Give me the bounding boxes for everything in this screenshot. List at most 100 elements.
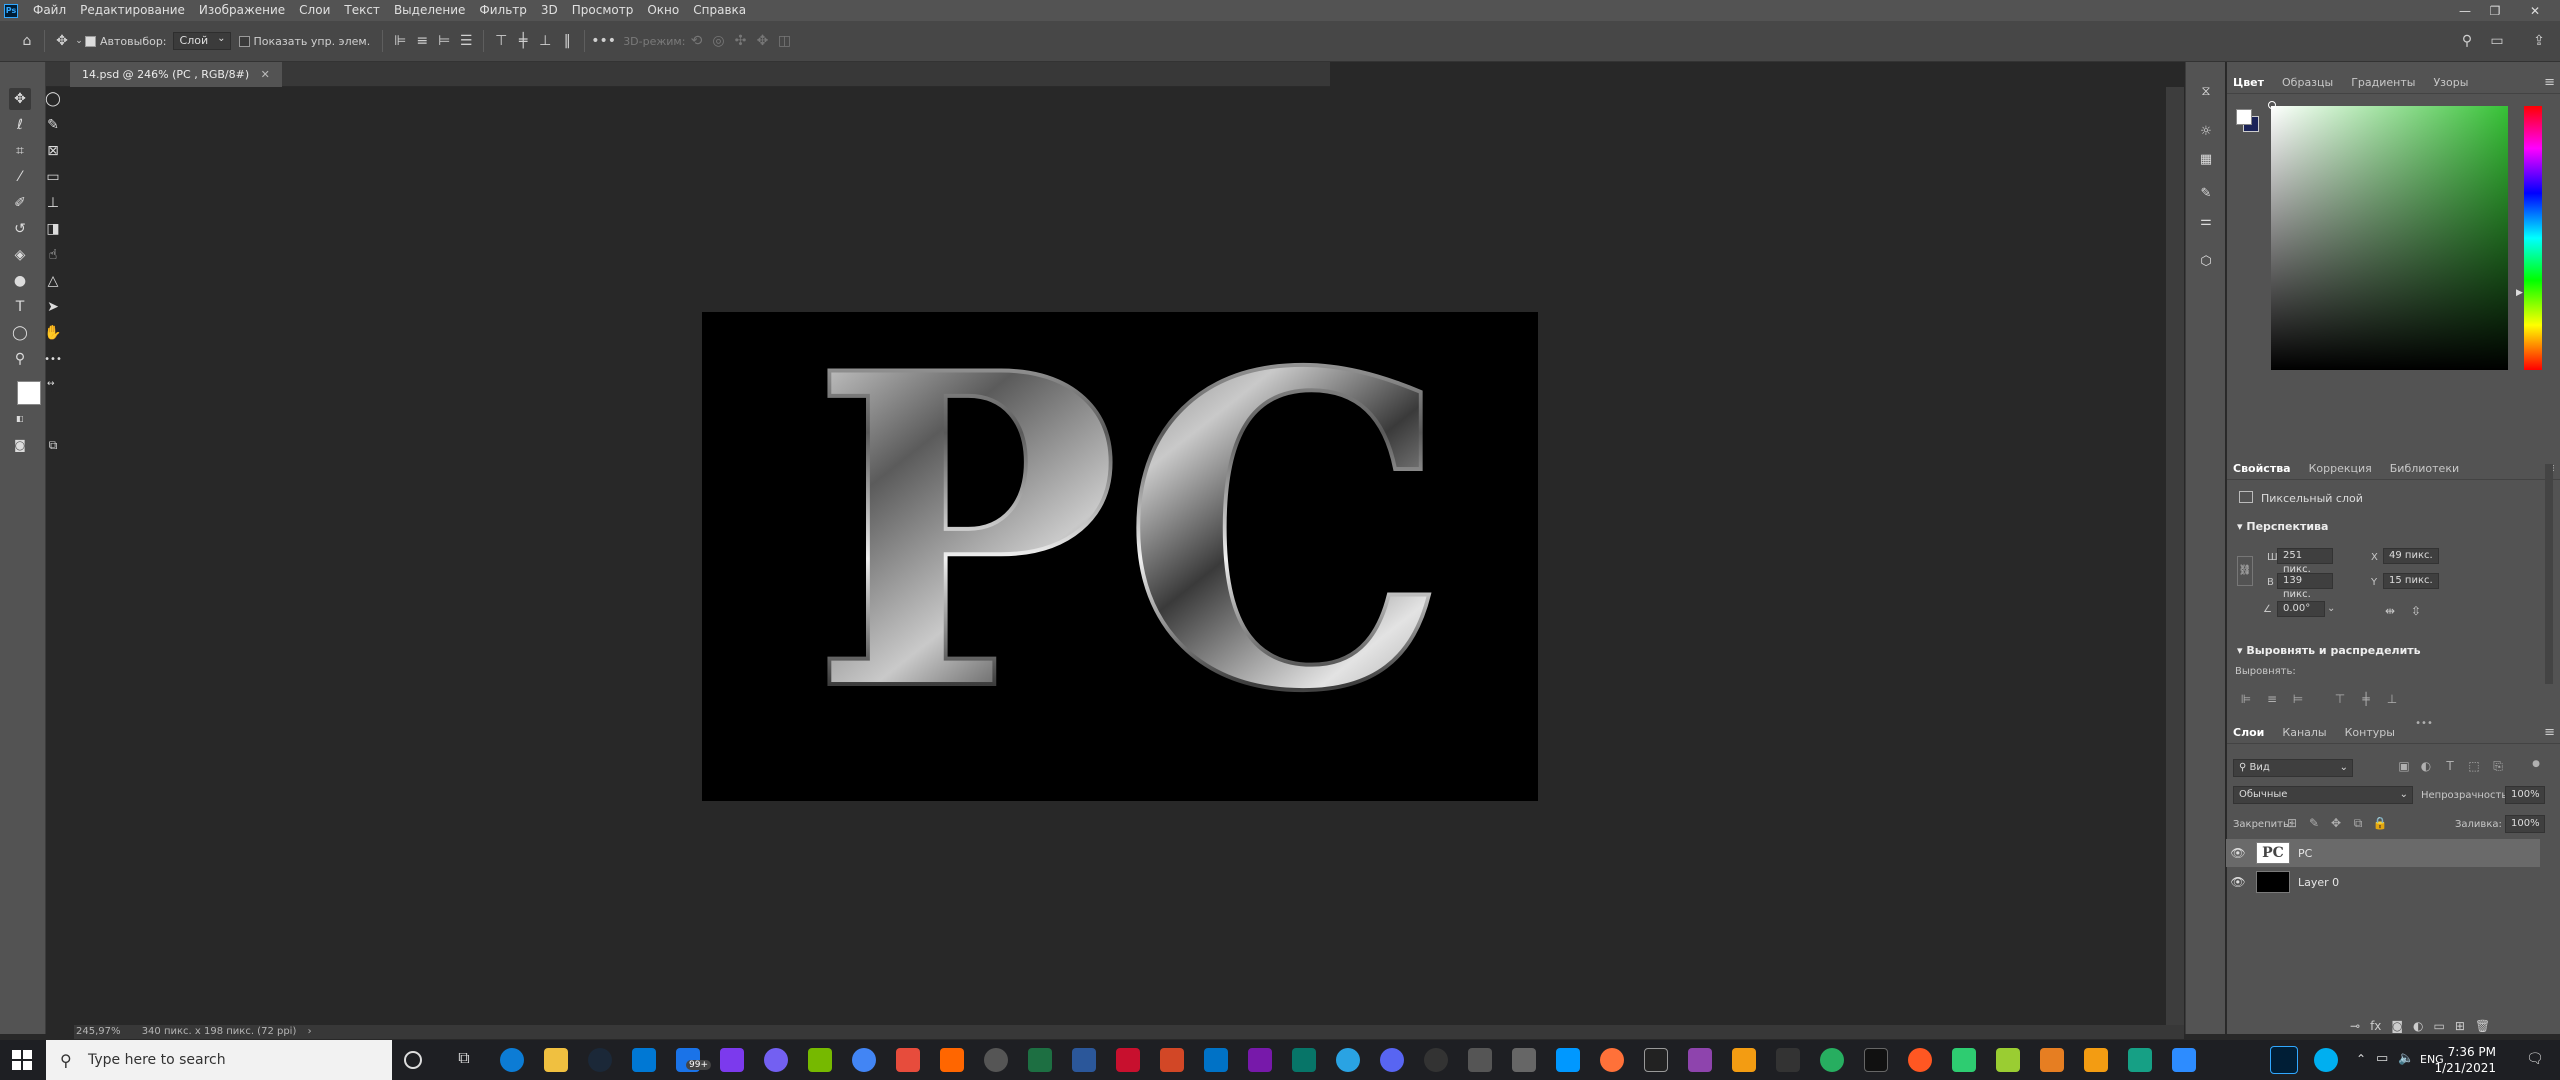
align-vcenter-icon[interactable]: ╪: [512, 33, 534, 49]
path-tool-icon[interactable]: △: [42, 270, 64, 292]
align-right-icon[interactable]: ⊨: [433, 33, 455, 49]
layer-style-icon[interactable]: fx: [2370, 1019, 2381, 1033]
postman-icon[interactable]: [1908, 1048, 1932, 1072]
more-options-icon[interactable]: •••: [591, 33, 616, 49]
phpstorm-icon[interactable]: [1688, 1048, 1712, 1072]
task-view-icon[interactable]: ⧉: [452, 1048, 476, 1072]
quick-mask-icon[interactable]: ◙: [9, 434, 31, 456]
brush-settings-icon[interactable]: ✎: [2195, 182, 2217, 204]
layer-name[interactable]: Layer 0: [2298, 876, 2339, 889]
y-field[interactable]: 15 пикс.: [2383, 573, 2439, 589]
eraser-tool-icon[interactable]: ◨: [42, 218, 64, 240]
delete-layer-icon[interactable]: 🗑: [2475, 1019, 2490, 1033]
tab-swatches[interactable]: Образцы: [2282, 76, 2333, 89]
tab-adjustments[interactable]: Коррекция: [2309, 462, 2372, 475]
flip-horizontal-icon[interactable]: ⇹: [2385, 604, 2395, 618]
canvas-scrollbar[interactable]: [2166, 87, 2184, 1025]
flip-vertical-icon[interactable]: ⇳: [2411, 604, 2421, 618]
adjustments-icon[interactable]: ⚌: [2195, 210, 2217, 232]
zoom-level[interactable]: 245,97%: [76, 1026, 121, 1037]
shape-tool-icon[interactable]: ◯: [9, 322, 31, 344]
lock-transparent-icon[interactable]: ⊞: [2283, 816, 2301, 830]
nvidia-icon[interactable]: [808, 1048, 832, 1072]
epic-games-icon[interactable]: [1776, 1048, 1800, 1072]
link-dimensions-icon[interactable]: ⛓: [2237, 556, 2253, 586]
align-left-icon[interactable]: ⊫: [389, 33, 411, 49]
move-tool-preset-icon[interactable]: ✥: [51, 33, 73, 49]
filter-adjustment-icon[interactable]: ◐: [2417, 759, 2435, 773]
history-icon[interactable]: ⧖: [2195, 80, 2217, 102]
app-orange-icon[interactable]: [1732, 1048, 1756, 1072]
tab-gradients[interactable]: Градиенты: [2351, 76, 2415, 89]
app-ps-green-icon[interactable]: [1996, 1048, 2020, 1072]
zoom-tool-icon[interactable]: ⚲: [9, 348, 31, 370]
acrobat-icon[interactable]: [1116, 1048, 1140, 1072]
cortana-icon[interactable]: [404, 1051, 422, 1069]
document-tab[interactable]: 14.psd @ 246% (PC , RGB/8#) ✕: [70, 62, 282, 87]
lock-all-icon[interactable]: 🔒: [2371, 816, 2389, 830]
tab-properties[interactable]: Свойства: [2233, 462, 2291, 475]
add-mask-icon[interactable]: ◙: [2391, 1019, 2403, 1033]
layer-row-pc[interactable]: 👁 PC PC: [2226, 839, 2540, 867]
close-tab-icon[interactable]: ✕: [261, 68, 270, 81]
zoom-app-icon[interactable]: [2172, 1048, 2196, 1072]
media-player-icon[interactable]: [984, 1048, 1008, 1072]
menu-3d[interactable]: 3D: [534, 0, 565, 21]
onenote-icon[interactable]: [1248, 1048, 1272, 1072]
document-canvas[interactable]: PC: [702, 312, 1538, 801]
autoselect-dropdown[interactable]: Слой: [172, 31, 231, 50]
more-tools-icon[interactable]: •••: [42, 348, 64, 370]
terminal-icon[interactable]: [1644, 1048, 1668, 1072]
app-settings-icon[interactable]: [1512, 1048, 1536, 1072]
taskbar-search[interactable]: ⚲ Type here to search: [46, 1040, 392, 1080]
align-bottom-edges-icon[interactable]: ⊥: [2383, 692, 2401, 706]
app-blender-icon[interactable]: [2040, 1048, 2064, 1072]
chrome-icon[interactable]: [852, 1048, 876, 1072]
lock-position-icon[interactable]: ✥: [2327, 816, 2345, 830]
monitor-icon[interactable]: ▭: [2376, 1051, 2388, 1066]
search-icon[interactable]: ⚲: [2456, 33, 2478, 49]
filter-smart-icon[interactable]: ⎘: [2489, 759, 2507, 774]
show-transform-checkbox[interactable]: [238, 35, 250, 47]
menu-view[interactable]: Просмотр: [565, 0, 641, 21]
align-right-edges-icon[interactable]: ⊨: [2289, 692, 2307, 706]
x-field[interactable]: 49 пикс.: [2383, 548, 2439, 564]
volume-icon[interactable]: 🔈: [2398, 1051, 2414, 1066]
tab-paths[interactable]: Контуры: [2345, 726, 2395, 739]
powerpoint-icon[interactable]: [1160, 1048, 1184, 1072]
visibility-eye-icon[interactable]: 👁: [2226, 846, 2250, 860]
bucket-tool-icon[interactable]: ◈: [9, 244, 31, 266]
workspace-icon[interactable]: ▭: [2486, 33, 2508, 49]
align-hcenter-icon[interactable]: ≡: [411, 33, 433, 49]
dodge-tool-icon[interactable]: ●: [9, 270, 31, 292]
opacity-field[interactable]: 100%: [2505, 786, 2545, 804]
status-menu-icon[interactable]: ›: [308, 1026, 312, 1037]
lasso-tool-icon[interactable]: ℓ: [9, 114, 31, 136]
tab-patterns[interactable]: Узоры: [2433, 76, 2468, 89]
home-icon[interactable]: ⌂: [16, 33, 38, 49]
default-colors-icon[interactable]: ◧: [16, 414, 24, 423]
align-vertical-centers-icon[interactable]: ╪: [2357, 692, 2375, 706]
publisher-icon[interactable]: [1292, 1048, 1316, 1072]
frame-tool-icon[interactable]: ⊠: [42, 140, 64, 162]
color-panel-foreground-swatch[interactable]: [2236, 109, 2252, 125]
minimize-icon[interactable]: —: [2450, 0, 2480, 21]
app-terminal-green-icon[interactable]: [2128, 1048, 2152, 1072]
filter-toggle-icon[interactable]: ●: [2527, 759, 2545, 769]
smudge-tool-icon[interactable]: ☝: [42, 244, 64, 266]
viber-icon[interactable]: [764, 1048, 788, 1072]
blend-mode-dropdown[interactable]: Обычные ⌄: [2233, 786, 2413, 804]
angle-field[interactable]: 0.00°: [2277, 601, 2325, 617]
tab-layers[interactable]: Слои: [2233, 726, 2264, 739]
history-brush-tool-icon[interactable]: ↺: [9, 218, 31, 240]
quick-select-tool-icon[interactable]: ✎: [42, 114, 64, 136]
adjustment-layer-icon[interactable]: ◐: [2413, 1019, 2423, 1033]
autoselect-checkbox[interactable]: [85, 35, 96, 47]
align-section-header[interactable]: ▾ Выровнять и распределить: [2237, 644, 2421, 657]
restore-icon[interactable]: ❐: [2480, 0, 2510, 21]
layer-row-layer0[interactable]: 👁 Layer 0: [2226, 868, 2540, 896]
align-left-edges-icon[interactable]: ⊫: [2237, 692, 2255, 706]
3d-cube-icon[interactable]: ⬡: [2195, 250, 2217, 272]
crop-tool-icon[interactable]: ⌗: [9, 140, 31, 162]
distribute-icon[interactable]: ☰: [455, 33, 477, 49]
